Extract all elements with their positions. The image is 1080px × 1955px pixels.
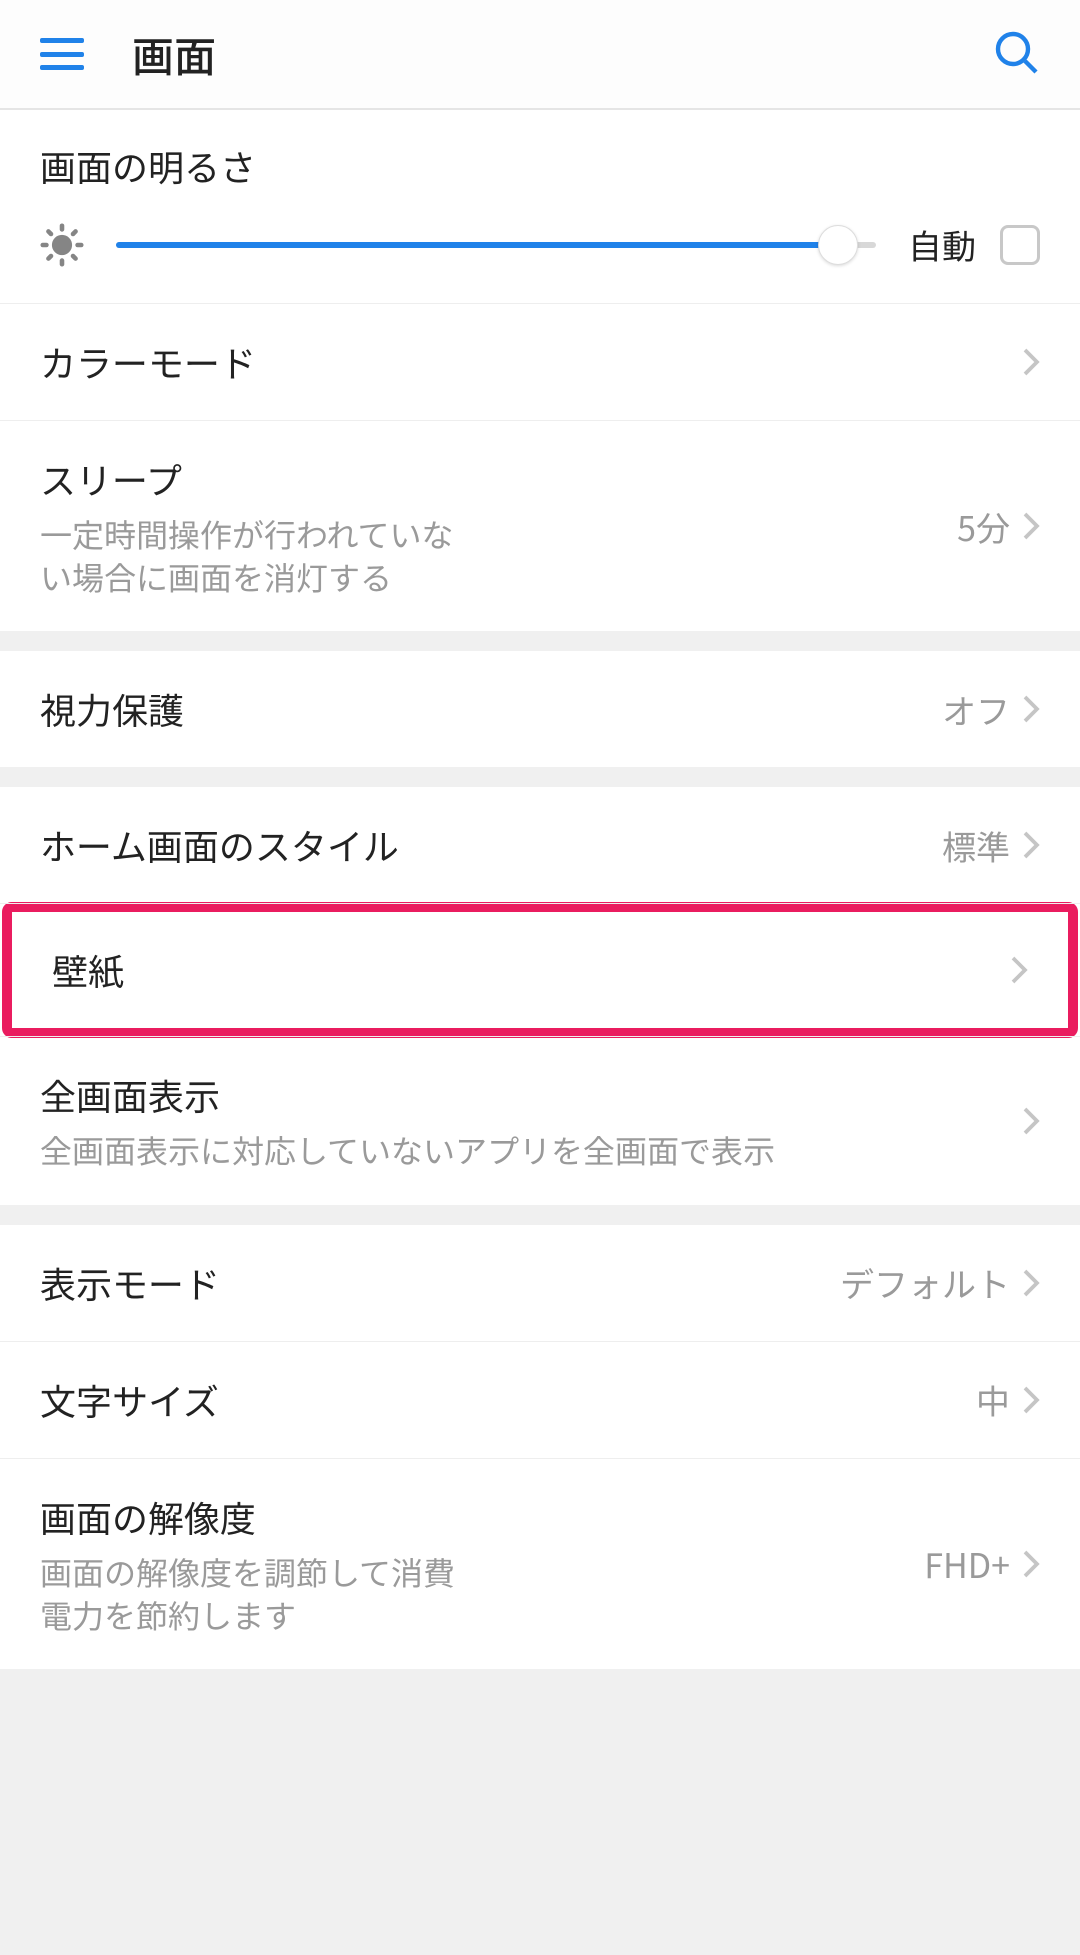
- search-icon[interactable]: [992, 28, 1040, 81]
- color-mode-label: カラーモード: [40, 336, 1022, 388]
- view-mode-value: デフォルト: [840, 1258, 1010, 1307]
- sleep-value: 5分: [957, 502, 1010, 551]
- row-font-size[interactable]: 文字サイズ 中: [0, 1342, 1080, 1459]
- row-fullscreen[interactable]: 全画面表示 全画面表示に対応していないアプリを全画面で表示: [0, 1036, 1080, 1204]
- home-style-label: ホーム画面のスタイル: [40, 819, 942, 871]
- header: 画面: [0, 0, 1080, 110]
- brightness-slider[interactable]: [116, 223, 876, 267]
- auto-brightness-label: 自動: [908, 220, 976, 269]
- view-mode-label: 表示モード: [40, 1257, 840, 1309]
- brightness-label: 画面の明るさ: [40, 140, 1040, 192]
- row-brightness: 画面の明るさ: [0, 110, 1080, 304]
- font-size-value: 中: [976, 1375, 1010, 1424]
- auto-brightness-checkbox[interactable]: [1000, 225, 1040, 265]
- section-eye: 視力保護 オフ: [0, 651, 1080, 767]
- home-style-value: 標準: [942, 821, 1010, 870]
- sleep-sub: 一定時間操作が行われていない場合に画面を消灯する: [40, 513, 480, 599]
- fullscreen-label: 全画面表示: [40, 1069, 1022, 1121]
- chevron-right-icon: [1022, 511, 1040, 541]
- row-eye-comfort[interactable]: 視力保護 オフ: [0, 651, 1080, 767]
- resolution-sub: 画面の解像度を調節して消費電力を節約します: [40, 1551, 480, 1637]
- eye-comfort-value: オフ: [942, 685, 1010, 734]
- row-resolution[interactable]: 画面の解像度 画面の解像度を調節して消費電力を節約します FHD+: [0, 1459, 1080, 1669]
- chevron-right-icon: [1022, 1106, 1040, 1136]
- chevron-right-icon: [1022, 347, 1040, 377]
- chevron-right-icon: [1022, 1549, 1040, 1579]
- row-home-style[interactable]: ホーム画面のスタイル 標準: [0, 787, 1080, 904]
- menu-icon[interactable]: [40, 38, 84, 70]
- chevron-right-icon: [1022, 694, 1040, 724]
- fullscreen-sub: 全画面表示に対応していないアプリを全画面で表示: [40, 1129, 1022, 1172]
- row-view-mode[interactable]: 表示モード デフォルト: [0, 1225, 1080, 1342]
- section-display: 画面の明るさ: [0, 110, 1080, 631]
- page-title: 画面: [132, 24, 992, 85]
- row-sleep[interactable]: スリープ 一定時間操作が行われていない場合に画面を消灯する 5分: [0, 421, 1080, 631]
- section-view: 表示モード デフォルト 文字サイズ 中 画面の解像度 画面の解像度を調節して消費…: [0, 1225, 1080, 1669]
- wallpaper-label: 壁紙: [52, 944, 1010, 996]
- section-home: ホーム画面のスタイル 標準 壁紙 全画面表示 全画面表示に対応していないアプリを…: [0, 787, 1080, 1204]
- resolution-value: FHD+: [924, 1539, 1010, 1588]
- sleep-label: スリープ: [40, 453, 957, 505]
- font-size-label: 文字サイズ: [40, 1374, 976, 1426]
- resolution-label: 画面の解像度: [40, 1491, 924, 1543]
- chevron-right-icon: [1022, 1268, 1040, 1298]
- chevron-right-icon: [1022, 830, 1040, 860]
- row-color-mode[interactable]: カラーモード: [0, 304, 1080, 421]
- brightness-low-icon: [40, 223, 84, 267]
- chevron-right-icon: [1010, 955, 1028, 985]
- chevron-right-icon: [1022, 1385, 1040, 1415]
- eye-comfort-label: 視力保護: [40, 683, 942, 735]
- wallpaper-highlight: 壁紙: [2, 902, 1078, 1038]
- row-wallpaper[interactable]: 壁紙: [12, 912, 1068, 1028]
